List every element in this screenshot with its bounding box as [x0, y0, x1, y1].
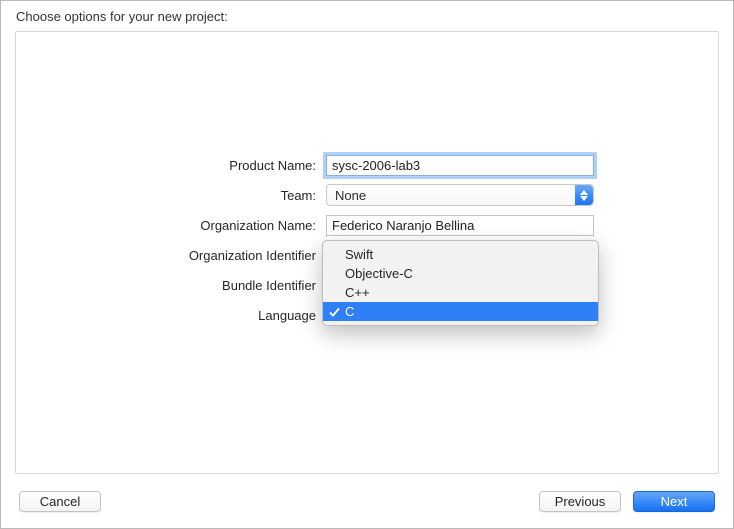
label-organization-name: Organization Name:	[16, 218, 326, 233]
next-button[interactable]: Next	[633, 491, 715, 512]
language-option[interactable]: Objective-C	[323, 264, 598, 283]
language-option[interactable]: Swift	[323, 245, 598, 264]
language-option-label: C++	[345, 285, 370, 300]
dialog-footer: Cancel Previous Next	[1, 474, 733, 528]
language-option-label: Swift	[345, 247, 373, 262]
language-option[interactable]: C++	[323, 283, 598, 302]
cancel-button[interactable]: Cancel	[19, 491, 101, 512]
label-bundle-identifier: Bundle Identifier	[16, 278, 326, 293]
organization-name-input[interactable]	[326, 215, 594, 236]
label-product-name: Product Name:	[16, 158, 326, 173]
label-organization-identifier: Organization Identifier	[16, 248, 326, 263]
new-project-options-dialog: Choose options for your new project: Pro…	[0, 0, 734, 529]
dialog-title: Choose options for your new project:	[16, 9, 228, 24]
language-option-label: Objective-C	[345, 266, 413, 281]
language-option-label: C	[345, 304, 354, 319]
label-team: Team:	[16, 188, 326, 203]
language-option[interactable]: C	[323, 302, 598, 321]
updown-icon	[575, 185, 593, 205]
checkmark-icon	[329, 304, 340, 323]
label-language: Language	[16, 308, 326, 323]
language-dropdown-menu[interactable]: Swift Objective-C C++ C	[322, 240, 599, 326]
product-name-input[interactable]	[326, 155, 594, 176]
team-popup[interactable]: None	[326, 184, 594, 206]
row-team: Team: None	[16, 180, 718, 210]
previous-button[interactable]: Previous	[539, 491, 621, 512]
row-organization-name: Organization Name:	[16, 210, 718, 240]
team-popup-value: None	[335, 188, 366, 203]
row-product-name: Product Name:	[16, 150, 718, 180]
dialog-body: Product Name: Team: None	[15, 31, 719, 474]
